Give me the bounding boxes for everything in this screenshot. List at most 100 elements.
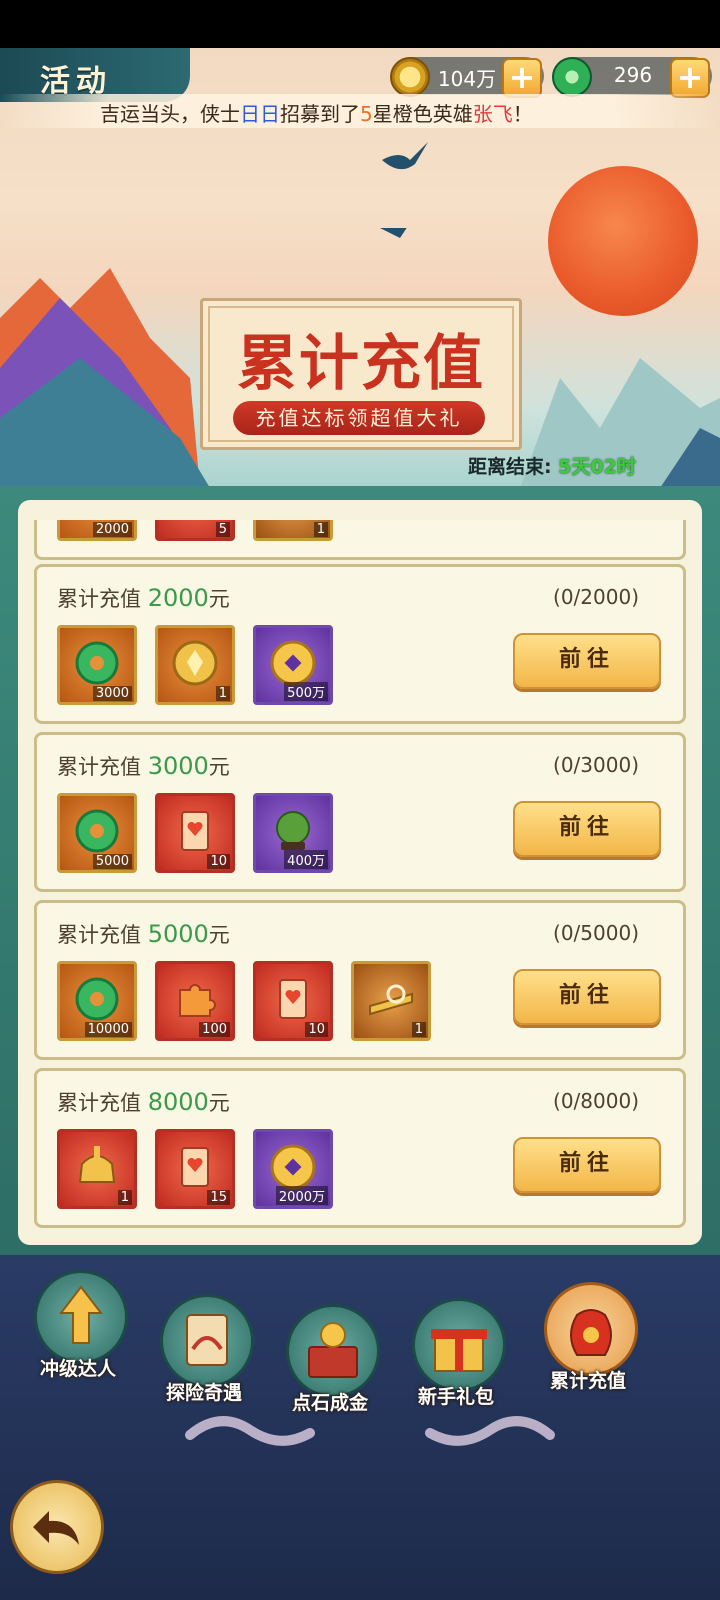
broadcast-ticker: 吉运当头，侠士日日招募到了5星橙色英雄张飞！ [0, 94, 720, 128]
reward-item[interactable]: 15 [155, 1129, 235, 1209]
jade-icon [75, 641, 119, 685]
gold-badge-icon [369, 984, 413, 1016]
reward-card-partial: 2000 5 1 [34, 520, 686, 560]
top-bar: 活动 104万 + 296 + [0, 48, 720, 102]
card-label: 累计充值 [57, 755, 141, 779]
reward-item[interactable]: 1 [155, 625, 235, 705]
reward-item[interactable]: 1 [351, 961, 431, 1041]
nav-label: 新手礼包 [417, 1386, 494, 1408]
coin-value: 104万 [437, 67, 497, 91]
coin-counter: 104万 + [390, 57, 544, 98]
ticker-star: 5 [360, 102, 373, 126]
reward-item[interactable]: 1 [253, 520, 333, 541]
card-progress: (0/3000) [553, 753, 639, 777]
status-bar [0, 0, 720, 48]
item-quantity: 5000 [92, 854, 132, 869]
go-button[interactable]: 前往 [513, 969, 661, 1025]
reward-item[interactable]: 5000 [57, 793, 137, 873]
item-quantity: 500万 [284, 682, 328, 701]
card-label: 累计充值 [57, 587, 141, 611]
go-button[interactable]: 前往 [513, 801, 661, 857]
card-progress: (0/5000) [553, 921, 639, 945]
countdown-label: 距离结束: [468, 456, 552, 478]
puzzle-piece-icon [179, 984, 216, 1017]
reward-item[interactable]: 2000 [57, 520, 137, 541]
nav-golden-touch[interactable]: 点石成金 [282, 1304, 380, 1424]
card-unit: 元 [208, 1091, 230, 1115]
copper-coin-icon [270, 1144, 316, 1190]
level-up-arrow-icon [34, 1270, 128, 1364]
item-quantity: 10 [207, 854, 230, 869]
card-title: 累计充值 3000元 [57, 751, 230, 781]
nav-level-up[interactable]: 冲级达人 [30, 1270, 128, 1390]
event-title: 累计充值 [237, 329, 485, 399]
reward-item[interactable]: 1 [57, 1129, 137, 1209]
card-progress: (0/2000) [553, 585, 639, 609]
card-amount: 2000 [147, 584, 209, 612]
card-amount: 3000 [147, 752, 209, 780]
item-quantity: 3000 [92, 686, 132, 701]
card-title: 累计充值 2000元 [57, 583, 230, 613]
reward-item[interactable]: 5 [155, 520, 235, 541]
item-quantity: 1 [117, 1190, 132, 1205]
nav-cumulative-recharge[interactable]: 累计充值 [540, 1282, 638, 1402]
copper-coin-icon [390, 57, 430, 97]
reward-item[interactable]: 10 [155, 793, 235, 873]
card-amount: 5000 [147, 920, 209, 948]
item-quantity: 1 [411, 1022, 426, 1037]
reward-list[interactable]: 2000 5 1 累计充值 2000元 (0/2000) 3000 1 500万… [34, 520, 686, 1232]
reward-card: 累计充值 8000元 (0/8000) 1 15 2000万 前往 [34, 1068, 686, 1228]
jade-value: 296 [613, 63, 653, 87]
card-title: 累计充值 5000元 [57, 919, 230, 949]
nav-label: 冲级达人 [39, 1358, 116, 1380]
go-button[interactable]: 前往 [513, 633, 661, 689]
item-quantity: 2000万 [275, 1186, 328, 1205]
gold-shield-icon [172, 640, 218, 686]
scroll-icon [181, 811, 209, 851]
reward-item[interactable]: 500万 [253, 625, 333, 705]
reward-item[interactable]: 2000万 [253, 1129, 333, 1209]
card-title: 累计充值 8000元 [57, 1087, 230, 1117]
nav-adventure[interactable]: 探险奇遇 [156, 1294, 254, 1414]
add-coins-button[interactable]: + [502, 58, 542, 98]
crane-icon [382, 142, 428, 170]
ticker-text: 吉运当头，侠士 [100, 102, 240, 126]
event-title-board: 累计充值 充值达标领超值大礼 [200, 298, 522, 450]
item-quantity: 400万 [284, 850, 328, 869]
jade-counter: 296 + [552, 57, 712, 98]
ticker-hero: 张飞 [472, 102, 513, 126]
countdown: 距离结束: 5天02时 [468, 452, 636, 479]
nav-label: 累计充值 [549, 1370, 626, 1392]
add-jade-button[interactable]: + [670, 58, 710, 98]
gold-helmet-icon [78, 1146, 116, 1183]
reward-item[interactable]: 400万 [253, 793, 333, 873]
jade-icon [75, 809, 119, 853]
nav-label: 探险奇遇 [165, 1382, 242, 1404]
card-amount: 8000 [147, 1088, 209, 1116]
item-quantity: 2000 [92, 522, 132, 537]
card-unit: 元 [208, 755, 230, 779]
reward-item[interactable]: 3000 [57, 625, 137, 705]
scroll-icon [181, 1147, 209, 1187]
copper-coin-icon [270, 640, 316, 686]
money-bag-icon [544, 1282, 638, 1376]
ticker-text: 招募到了 [280, 102, 360, 126]
ticker-player: 日日 [240, 102, 280, 126]
gold-chest-icon [286, 1304, 380, 1398]
ticker-text: 星橙色英雄 [372, 102, 473, 126]
nav-newbie-gift[interactable]: 新手礼包 [408, 1298, 506, 1418]
back-arrow-icon [33, 1511, 79, 1545]
gift-box-icon [412, 1298, 506, 1392]
reward-item[interactable]: 100 [155, 961, 235, 1041]
back-button[interactable] [10, 1480, 104, 1574]
card-progress: (0/8000) [553, 1089, 639, 1113]
reward-card: 累计充值 2000元 (0/2000) 3000 1 500万 前往 [34, 564, 686, 724]
green-orb-icon [276, 811, 310, 850]
item-quantity: 1 [313, 522, 328, 537]
go-button[interactable]: 前往 [513, 1137, 661, 1193]
item-quantity: 1 [215, 686, 230, 701]
card-unit: 元 [208, 923, 230, 947]
treasure-map-icon [160, 1294, 254, 1388]
reward-item[interactable]: 10000 [57, 961, 137, 1041]
reward-item[interactable]: 10 [253, 961, 333, 1041]
